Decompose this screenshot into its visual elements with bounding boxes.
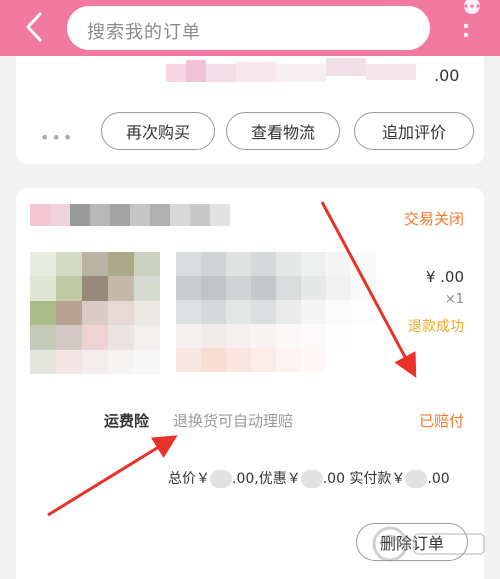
add-review-button[interactable]: 追加评价 <box>354 112 474 150</box>
item-price: ¥ .00 <box>425 268 464 286</box>
order-totals: 总价￥ .00,优惠￥ .00 实付款￥ .00 <box>168 468 450 488</box>
view-logistics-button[interactable]: 查看物流 <box>226 112 340 150</box>
shipping-insurance-desc: 退换货可自动理赔 <box>173 412 294 430</box>
previous-order-card: .00 ••• 再次购买 查看物流 追加评价 <box>16 56 484 164</box>
blurred-shop-name <box>30 204 230 226</box>
blurred-product-title[interactable] <box>176 252 376 372</box>
search-input[interactable]: 搜索我的订单 <box>67 6 430 50</box>
product-thumbnail[interactable] <box>30 252 160 374</box>
watermark-logo <box>372 526 485 562</box>
rebuy-button[interactable]: 再次购买 <box>101 112 215 150</box>
top-bar: 搜索我的订单 <box>0 0 500 56</box>
refund-status[interactable]: 退款成功 <box>408 316 464 336</box>
more-vertical-icon[interactable] <box>456 0 500 50</box>
item-quantity: ×1 <box>444 292 464 307</box>
order-status: 交易关闭 <box>403 210 464 228</box>
paid-value: .00 <box>427 471 450 487</box>
previous-order-price: .00 <box>434 66 460 85</box>
blurred-amount <box>210 470 232 488</box>
total-label: 总价￥ <box>168 471 210 487</box>
total-value: .00,优惠￥ <box>232 471 301 487</box>
blurred-amount <box>405 470 428 488</box>
blurred-price-mosaic <box>166 58 416 82</box>
ellipsis-icon[interactable]: ••• <box>40 128 74 147</box>
shipping-insurance-status: 已赔付 <box>418 412 464 430</box>
discount-value: .00 实付款￥ <box>322 471 406 487</box>
order-list-screen: 搜索我的订单 .00 ••• 再次购买 查看物流 追加评价 交易关闭 ¥ .00… <box>0 0 500 579</box>
shipping-insurance-label: 运费险 <box>104 412 150 430</box>
search-placeholder: 搜索我的订单 <box>87 22 201 43</box>
chevron-left-icon[interactable] <box>20 10 50 44</box>
blurred-amount <box>300 470 323 488</box>
